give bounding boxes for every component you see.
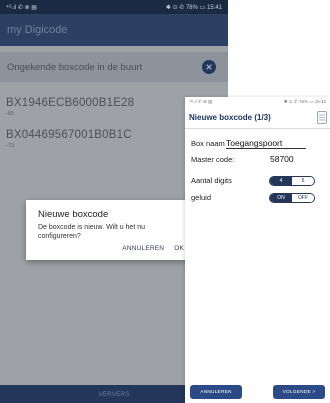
digits-row: Aantal digits [191, 176, 232, 185]
status-bar: ⁴ᴳ.ıl ✆ ⊗ ▤ ✱ ⊙ ✆ 76% ▭ 15:42 [185, 97, 330, 107]
digits-toggle[interactable]: 4 5 [269, 176, 315, 186]
master-code-value[interactable]: 58700 [270, 154, 294, 164]
box-name-row: Box naam Toegangspoort [191, 138, 306, 149]
new-boxcode-dialog: Nieuwe boxcode De boxcode is nieuw. Wilt… [26, 200, 196, 260]
status-right: ✱ ⊙ ✆ 76% ▭ 15:42 [283, 99, 326, 104]
phone-screen-config: ⁴ᴳ.ıl ✆ ⊗ ▤ ✱ ⊙ ✆ 76% ▭ 15:42 Nieuwe box… [185, 97, 330, 403]
app-title: my Digicode [7, 24, 68, 36]
sound-toggle[interactable]: ON OFF [269, 193, 315, 203]
dialog-cancel-button[interactable]: ANNULEREN [122, 245, 164, 252]
sound-row: geluid [191, 193, 211, 202]
digits-option-5[interactable]: 5 [292, 177, 314, 185]
config-header: Nieuwe boxcode (1/3) [185, 107, 330, 129]
keypad-icon[interactable] [317, 111, 327, 124]
master-code-row: Master code: 58700 [191, 154, 294, 164]
dialog-ok-button[interactable]: OK [174, 245, 184, 252]
next-button[interactable]: VOLGENDE > [273, 385, 325, 399]
sound-label: geluid [191, 193, 212, 202]
app-bar: my Digicode [0, 14, 228, 46]
sound-option-off[interactable]: OFF [292, 194, 314, 202]
config-footer: ANNULEREN VOLGENDE > [185, 381, 330, 403]
sound-option-on[interactable]: ON [270, 194, 292, 202]
status-right: ✱ ⊙ ✆ 78% ▭ 15:41 [165, 4, 222, 11]
page-title: Nieuwe boxcode (1/3) [189, 113, 271, 122]
master-code-label: Master code: [191, 155, 235, 164]
digits-option-4[interactable]: 4 [270, 177, 292, 185]
box-name-label: Box naam [191, 139, 225, 148]
banner-text: Ongekende boxcode in de buurt [7, 61, 143, 73]
status-left: ⁴ᴳ.ıl ✆ ⊗ ▤ [189, 99, 213, 104]
refresh-label: VERVERS [98, 390, 130, 398]
digits-label: Aantal digits [191, 176, 232, 185]
close-icon[interactable] [202, 60, 216, 74]
status-left: ⁴ᴳ.ıl ✆ ⊗ ▤ [6, 4, 37, 11]
box-name-input[interactable]: Toegangspoort [226, 138, 306, 149]
status-bar: ⁴ᴳ.ıl ✆ ⊗ ▤ ✱ ⊙ ✆ 78% ▭ 15:41 [0, 0, 228, 14]
cancel-button[interactable]: ANNULEREN [190, 385, 242, 399]
dialog-title: Nieuwe boxcode [38, 209, 109, 220]
unknown-boxcode-banner[interactable]: Ongekende boxcode in de buurt [0, 52, 228, 82]
dialog-message: De boxcode is nieuw. Wilt u het nu confi… [38, 224, 146, 240]
